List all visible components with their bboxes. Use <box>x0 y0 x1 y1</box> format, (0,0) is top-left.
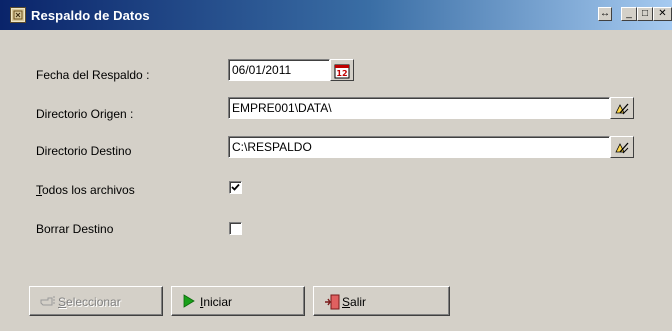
hand-pointer-icon <box>40 296 55 306</box>
destino-field[interactable]: C:\RESPALDO <box>228 136 610 158</box>
folder-browse-icon <box>615 103 629 115</box>
window-title: Respaldo de Datos <box>31 8 150 23</box>
app-icon <box>10 7 26 23</box>
destino-value: C:\RESPALDO <box>232 140 312 154</box>
fecha-value: 06/01/2011 <box>232 63 292 77</box>
iniciar-label: Iniciar <box>200 295 233 309</box>
calendar-button[interactable]: 12 <box>330 59 354 81</box>
todos-checkbox[interactable] <box>229 181 242 194</box>
calendar-icon: 12 <box>334 64 350 79</box>
todos-label: Todos los archivos <box>36 183 135 197</box>
origen-value: EMPRE001\DATA\ <box>232 101 332 115</box>
borrar-checkbox[interactable] <box>229 222 242 235</box>
maximize-button[interactable]: □ <box>637 7 653 21</box>
title-bar[interactable]: Respaldo de Datos ↔ _ □ ✕ <box>0 0 672 30</box>
iniciar-button[interactable]: Iniciar <box>171 286 305 316</box>
destino-browse-button[interactable] <box>610 136 634 158</box>
resize-button[interactable]: ↔ <box>598 7 612 21</box>
exit-door-icon <box>325 294 340 310</box>
destino-label: Directorio Destino <box>36 144 132 158</box>
play-icon <box>183 294 195 308</box>
fecha-label: Fecha del Respaldo : <box>36 68 150 82</box>
seleccionar-button[interactable]: Seleccionar <box>29 286 163 316</box>
borrar-label: Borrar Destino <box>36 222 114 236</box>
origen-field[interactable]: EMPRE001\DATA\ <box>228 97 610 119</box>
seleccionar-label: Seleccionar <box>58 295 121 309</box>
checkmark-icon <box>231 183 240 191</box>
folder-browse-icon <box>615 142 629 154</box>
salir-label: Salir <box>342 295 367 309</box>
origen-label: Directorio Origen : <box>36 107 134 121</box>
fecha-field[interactable]: 06/01/2011 <box>228 59 330 81</box>
svg-text:12: 12 <box>336 69 347 78</box>
salir-button[interactable]: Salir <box>313 286 450 316</box>
minimize-button[interactable]: _ <box>621 7 637 21</box>
close-button[interactable]: ✕ <box>653 7 672 21</box>
origen-browse-button[interactable] <box>610 97 634 119</box>
